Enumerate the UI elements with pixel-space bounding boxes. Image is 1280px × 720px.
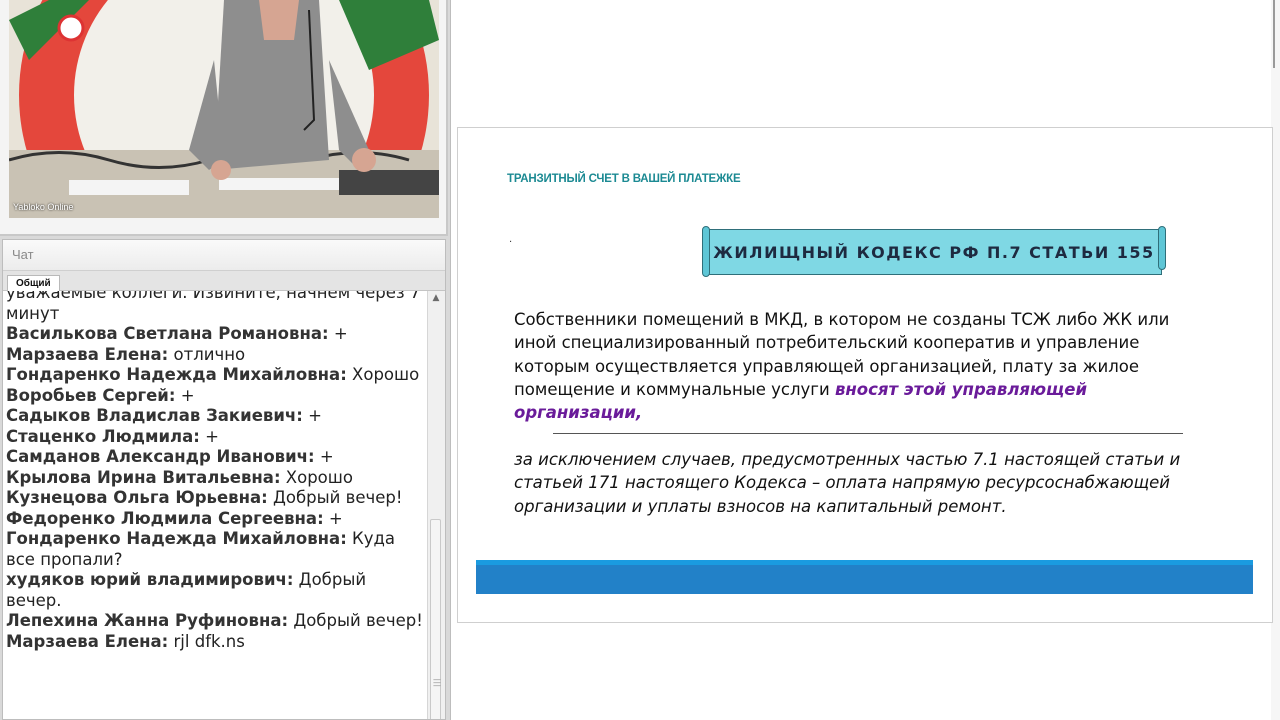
chat-message: Стаценко Людмила: + bbox=[6, 427, 426, 448]
chat-message: Василькова Светлана Романовна: + bbox=[6, 324, 426, 345]
scroll-grip-icon: — — — bbox=[433, 675, 441, 690]
banner-body: ЖИЛИЩНЫЙ КОДЕКС РФ П.7 СТАТЬИ 155 bbox=[706, 229, 1162, 275]
chat-message: Лепехина Жанна Руфиновна: Добрый вечер! bbox=[6, 611, 426, 632]
chat-message-author: Самданов Александр Иванович: bbox=[6, 447, 315, 466]
chat-message-author: Стаценко Людмила: bbox=[6, 426, 200, 446]
chat-message-text: Хорошо bbox=[346, 365, 420, 384]
chat-message: Федоренко Людмила Сергеевна: + bbox=[6, 509, 426, 530]
chat-message-author: Лепехина Жанна Руфиновна: bbox=[6, 611, 289, 630]
chat-message-text: Добрый вечер! bbox=[267, 488, 403, 507]
slide-dot: . bbox=[509, 234, 513, 245]
banner-text: ЖИЛИЩНЫЙ КОДЕКС РФ П.7 СТАТЬИ 155 bbox=[713, 243, 1155, 262]
video-pod: Yabloko Online bbox=[0, 0, 448, 236]
chat-message-author: Марзаева Елена: bbox=[6, 631, 169, 651]
scroll-up-arrow-icon[interactable]: ▲ bbox=[431, 293, 441, 303]
chat-message-author: Крылова Ирина Витальевна: bbox=[6, 467, 281, 487]
tab-general[interactable]: Общий bbox=[7, 275, 60, 291]
chat-message: Марзаева Елена: rjl dfk.ns bbox=[6, 632, 426, 653]
slide-paragraph-2: за исключением случаев, предусмотренных … bbox=[514, 450, 1181, 516]
chat-message-text: + bbox=[175, 385, 195, 405]
scroll-thumb[interactable]: — — — bbox=[430, 519, 441, 719]
webcam-video[interactable]: Yabloko Online bbox=[9, 0, 439, 218]
video-label: Yabloko Online bbox=[13, 202, 74, 212]
chat-message: худяков юрий владимирович: Добрый вечер. bbox=[6, 570, 426, 611]
chat-message-text: Добрый вечер! bbox=[288, 611, 423, 630]
chat-message: уважаемые коллеги. Извините, начнем чере… bbox=[6, 291, 426, 324]
slide-paragraph-1: Собственники помещений в МКД, в котором … bbox=[514, 308, 1204, 424]
chat-message-text: + bbox=[323, 508, 343, 528]
chat-message: Кузнецова Ольга Юрьевна: Добрый вечер! bbox=[6, 488, 426, 509]
chat-message-author: Василькова Светлана Романовна: bbox=[6, 324, 329, 343]
chat-message: Марзаева Елена: отлично bbox=[6, 345, 426, 366]
chat-message-text: + bbox=[302, 406, 322, 425]
chat-message-text: + bbox=[314, 447, 334, 466]
divider bbox=[553, 433, 1183, 434]
slide-footer-bar bbox=[476, 560, 1253, 594]
chat-message-author: худяков юрий владимирович: bbox=[6, 570, 294, 589]
chat-message: Воробьев Сергей: + bbox=[6, 386, 426, 407]
banner-roll-left bbox=[702, 226, 710, 277]
chat-message: Крылова Ирина Витальевна: Хорошо bbox=[6, 468, 426, 489]
chat-message-author: Кузнецова Ольга Юрьевна: bbox=[6, 488, 268, 507]
scroll-line bbox=[1273, 0, 1275, 68]
video-image bbox=[9, 0, 439, 218]
chat-messages-inner: уважаемые коллеги. Извините, начнем чере… bbox=[6, 291, 426, 652]
slide-title: ТРАНЗИТНЫЙ СЧЕТ В ВАШЕЙ ПЛАТЕЖКЕ bbox=[507, 173, 741, 185]
chat-scrollbar[interactable]: ▲ — — — bbox=[427, 291, 445, 719]
chat-message-text: rjl dfk.ns bbox=[168, 631, 245, 651]
chat-message-author: Марзаева Елена: bbox=[6, 344, 169, 364]
chat-message: Самданов Александр Иванович: + bbox=[6, 447, 426, 468]
chat-message-text: + bbox=[199, 426, 219, 446]
chat-message-text: уважаемые коллеги. Извините, начнем чере… bbox=[6, 291, 421, 323]
chat-message-text: + bbox=[328, 324, 348, 343]
chat-message-text: отлично bbox=[168, 344, 246, 364]
chat-message-list[interactable]: уважаемые коллеги. Извините, начнем чере… bbox=[3, 291, 428, 719]
presentation-slide: ТРАНЗИТНЫЙ СЧЕТ В ВАШЕЙ ПЛАТЕЖКЕ . ЖИЛИЩ… bbox=[457, 127, 1273, 623]
banner-roll-right bbox=[1158, 226, 1166, 270]
chat-message-author: Воробьев Сергей: bbox=[6, 385, 176, 405]
chat-message-author: Гондаренко Надежда Михайловна: bbox=[6, 529, 347, 548]
chat-message: Гондаренко Надежда Михайловна: Куда все … bbox=[6, 529, 426, 570]
share-pod: ТРАНЗИТНЫЙ СЧЕТ В ВАШЕЙ ПЛАТЕЖКЕ . ЖИЛИЩ… bbox=[450, 0, 1280, 720]
chat-message-author: Федоренко Людмила Сергеевна: bbox=[6, 508, 324, 528]
chat-message-author: Садыков Владислав Закиевич: bbox=[6, 406, 303, 425]
scroll-banner: ЖИЛИЩНЫЙ КОДЕКС РФ П.7 СТАТЬИ 155 bbox=[702, 226, 1166, 277]
chat-message: Гондаренко Надежда Михайловна: Хорошо bbox=[6, 365, 426, 386]
chat-message-text: Хорошо bbox=[280, 467, 353, 487]
chat-header: Чат bbox=[3, 240, 445, 271]
chat-pod: Чат Общий уважаемые коллеги. Извините, н… bbox=[2, 239, 446, 720]
chat-message-author: Гондаренко Надежда Михайловна: bbox=[6, 365, 347, 384]
chat-tabs: Общий bbox=[3, 271, 445, 291]
chat-message: Садыков Владислав Закиевич: + bbox=[6, 406, 426, 427]
